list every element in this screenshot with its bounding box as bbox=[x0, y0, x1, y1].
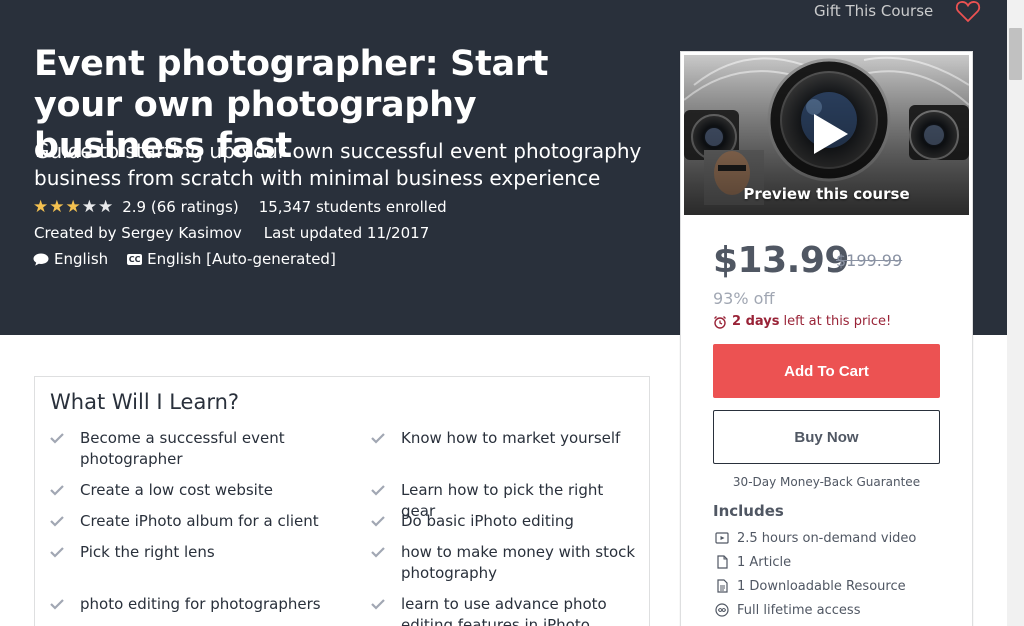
discount-percent: 93% off bbox=[713, 289, 775, 308]
add-to-cart-button[interactable]: Add To Cart bbox=[713, 344, 940, 398]
article-icon bbox=[717, 555, 728, 569]
includes-item: 2.5 hours on-demand video bbox=[715, 526, 945, 550]
learn-item-text: Create a low cost website bbox=[80, 481, 273, 499]
learn-item: learn to use advance photo editing featu… bbox=[371, 594, 641, 626]
includes-list: 2.5 hours on-demand video 1 Article 1 Do… bbox=[715, 526, 945, 622]
checkmark-icon bbox=[50, 433, 64, 444]
rating-row: ★ ★ ★ ★ ★ 2.9 (66 ratings) 15,347 studen… bbox=[33, 197, 447, 217]
learn-item: photo editing for photographers bbox=[50, 594, 340, 615]
learn-item-text: Become a successful event photographer bbox=[80, 429, 285, 468]
learn-item: Pick the right lens bbox=[50, 542, 340, 563]
learn-item-text: photo editing for photographers bbox=[80, 595, 321, 613]
video-icon bbox=[715, 532, 729, 544]
checkmark-icon bbox=[371, 516, 385, 527]
checkmark-icon bbox=[371, 433, 385, 444]
star-rating: ★ ★ ★ ★ ★ bbox=[33, 196, 114, 217]
star-icon: ★ bbox=[33, 196, 49, 217]
includes-title: Includes bbox=[713, 502, 784, 520]
page-scrollbar[interactable] bbox=[1007, 0, 1024, 626]
course-meta: Created by Sergey Kasimov Last updated 1… bbox=[34, 224, 429, 242]
scrollbar-thumb[interactable] bbox=[1009, 28, 1022, 80]
star-icon: ★ bbox=[65, 196, 81, 217]
includes-label: 1 Article bbox=[737, 554, 792, 570]
includes-item: 1 Downloadable Resource bbox=[715, 574, 945, 598]
checkmark-icon bbox=[50, 516, 64, 527]
timer-days: 2 days bbox=[732, 314, 780, 329]
learn-item: Do basic iPhoto editing bbox=[371, 511, 641, 532]
download-icon bbox=[717, 579, 728, 593]
star-icon: ★ bbox=[81, 196, 97, 217]
learn-item: Create iPhoto album for a client bbox=[50, 511, 340, 532]
star-icon: ★ bbox=[98, 196, 114, 217]
money-back-guarantee: 30-Day Money-Back Guarantee bbox=[732, 475, 921, 489]
language-label: English bbox=[54, 250, 109, 268]
timer-text: left at this price! bbox=[783, 314, 892, 329]
gift-course-link[interactable]: Gift This Course bbox=[814, 2, 933, 20]
checkmark-icon bbox=[371, 485, 385, 496]
infinity-icon bbox=[715, 603, 729, 617]
includes-item: 1 Article bbox=[715, 550, 945, 574]
checkmark-icon bbox=[50, 485, 64, 496]
students-enrolled: 15,347 students enrolled bbox=[258, 198, 447, 216]
checkmark-icon bbox=[50, 599, 64, 610]
includes-label: Full lifetime access bbox=[737, 602, 861, 618]
course-subtitle: Guide to starting up your own successful… bbox=[34, 139, 642, 190]
learn-item-text: learn to use advance photo editing featu… bbox=[401, 595, 607, 626]
created-by[interactable]: Created by Sergey Kasimov bbox=[34, 224, 242, 242]
includes-item: Full lifetime access bbox=[715, 598, 945, 622]
rating-text[interactable]: 2.9 (66 ratings) bbox=[122, 198, 238, 216]
learn-item: Know how to market yourself bbox=[371, 428, 641, 449]
learn-title: What Will I Learn? bbox=[50, 390, 240, 414]
learn-item: how to make money with stock photography bbox=[371, 542, 641, 584]
speech-bubble-icon bbox=[33, 253, 49, 266]
learn-item-text: Do basic iPhoto editing bbox=[401, 512, 574, 530]
learn-item-text: how to make money with stock photography bbox=[401, 543, 636, 582]
closed-captions-icon: CC bbox=[127, 253, 143, 265]
learn-item-text: Create iPhoto album for a client bbox=[80, 512, 319, 530]
learn-item-text: Pick the right lens bbox=[80, 543, 215, 561]
play-icon[interactable] bbox=[810, 112, 850, 156]
learn-item: Become a successful event photographer bbox=[50, 428, 340, 470]
includes-label: 1 Downloadable Resource bbox=[737, 578, 906, 594]
gift-row: Gift This Course bbox=[814, 0, 981, 23]
star-icon: ★ bbox=[49, 196, 65, 217]
checkmark-icon bbox=[50, 547, 64, 558]
learn-item: Create a low cost website bbox=[50, 480, 340, 501]
price-timer: 2 days left at this price! bbox=[713, 314, 891, 329]
preview-label[interactable]: Preview this course bbox=[684, 185, 969, 203]
learn-item-text: Know how to market yourself bbox=[401, 429, 621, 447]
captions-label: English [Auto-generated] bbox=[147, 250, 336, 268]
heart-icon[interactable] bbox=[955, 0, 981, 23]
current-price: $13.99 bbox=[713, 240, 849, 281]
language-row: English CC English [Auto-generated] bbox=[33, 250, 336, 268]
checkmark-icon bbox=[371, 599, 385, 610]
checkmark-icon bbox=[371, 547, 385, 558]
original-price: $199.99 bbox=[836, 251, 903, 270]
includes-label: 2.5 hours on-demand video bbox=[737, 530, 917, 546]
last-updated: Last updated 11/2017 bbox=[263, 224, 430, 242]
buy-now-button[interactable]: Buy Now bbox=[713, 410, 940, 464]
alarm-clock-icon bbox=[714, 315, 726, 329]
